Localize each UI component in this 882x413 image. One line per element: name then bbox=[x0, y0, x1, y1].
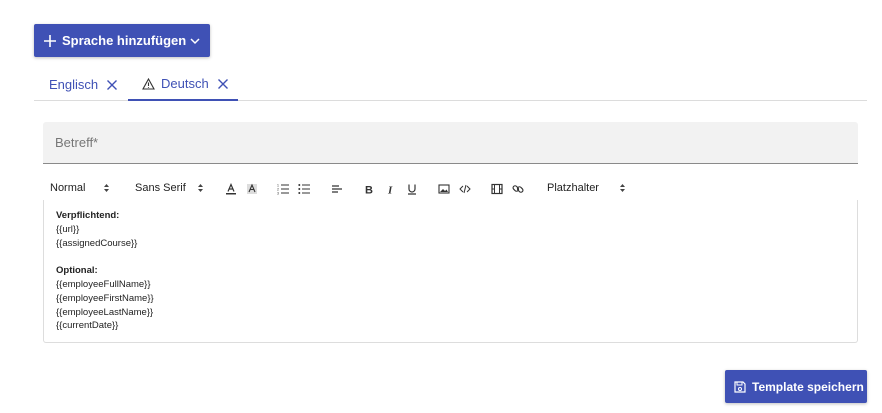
add-language-button[interactable]: Sprache hinzufügen bbox=[34, 24, 210, 57]
chevron-down-icon[interactable] bbox=[189, 35, 201, 47]
placeholder-line: {{currentDate}} bbox=[56, 320, 119, 332]
save-template-button[interactable]: Template speichern bbox=[725, 370, 867, 403]
save-icon bbox=[734, 380, 746, 393]
subject-input[interactable] bbox=[43, 122, 858, 163]
link-icon[interactable] bbox=[512, 183, 524, 195]
format-select[interactable]: Normal bbox=[50, 182, 85, 194]
underline-icon[interactable] bbox=[406, 183, 418, 195]
language-tabs: Englisch Deutsch bbox=[34, 68, 867, 101]
editor-toolbar: Normal Sans Serif 1 2 3 B I Platzhalter bbox=[43, 178, 858, 200]
bold-icon[interactable]: B bbox=[363, 183, 375, 196]
align-icon[interactable] bbox=[331, 183, 343, 195]
svg-text:3: 3 bbox=[277, 192, 279, 196]
code-icon[interactable] bbox=[459, 183, 471, 195]
placeholder-line: {{employeeFullName}} bbox=[56, 278, 151, 290]
required-heading: Verpflichtend: bbox=[56, 210, 120, 221]
background-color-icon[interactable] bbox=[246, 183, 258, 195]
placeholder-line: {{employeeFirstName}} bbox=[56, 292, 154, 304]
font-color-icon[interactable] bbox=[225, 183, 237, 195]
close-icon[interactable] bbox=[106, 79, 118, 91]
placeholder-line: {{url}} bbox=[56, 223, 80, 235]
warning-icon bbox=[142, 77, 155, 90]
bullet-list-icon[interactable] bbox=[298, 183, 310, 195]
svg-text:B: B bbox=[365, 185, 373, 196]
placeholder-select-value: Platzhalter bbox=[547, 182, 599, 194]
tab-label: Englisch bbox=[49, 77, 99, 92]
ordered-list-icon[interactable]: 1 2 3 bbox=[277, 183, 289, 195]
close-icon[interactable] bbox=[217, 78, 229, 90]
add-language-label: Sprache hinzufügen bbox=[62, 33, 187, 48]
save-template-label: Template speichern bbox=[752, 379, 864, 394]
tab-englisch[interactable]: Englisch bbox=[49, 68, 118, 101]
select-arrows-icon bbox=[198, 184, 203, 192]
tab-deutsch[interactable]: Deutsch bbox=[128, 68, 238, 101]
font-select-value: Sans Serif bbox=[135, 182, 186, 194]
italic-icon[interactable]: I bbox=[385, 183, 397, 196]
placeholder-select[interactable]: Platzhalter bbox=[547, 182, 599, 194]
select-arrows-icon bbox=[104, 184, 109, 192]
optional-heading: Optional: bbox=[56, 265, 98, 277]
subject-field-wrapper bbox=[43, 122, 858, 164]
format-select-value: Normal bbox=[50, 182, 86, 194]
plus-icon bbox=[44, 34, 56, 47]
placeholder-line: {{assignedCourse}} bbox=[56, 237, 138, 249]
tab-label: Deutsch bbox=[161, 76, 209, 91]
image-icon[interactable] bbox=[438, 183, 450, 195]
template-editor[interactable]: Verpflichtend: {{url}} {{assignedCourse}… bbox=[43, 200, 858, 343]
select-arrows-icon bbox=[620, 184, 625, 192]
video-icon[interactable] bbox=[491, 183, 503, 195]
placeholder-line: {{employeeLastName}} bbox=[56, 306, 154, 318]
font-select[interactable]: Sans Serif bbox=[135, 182, 186, 194]
svg-text:I: I bbox=[387, 185, 393, 196]
